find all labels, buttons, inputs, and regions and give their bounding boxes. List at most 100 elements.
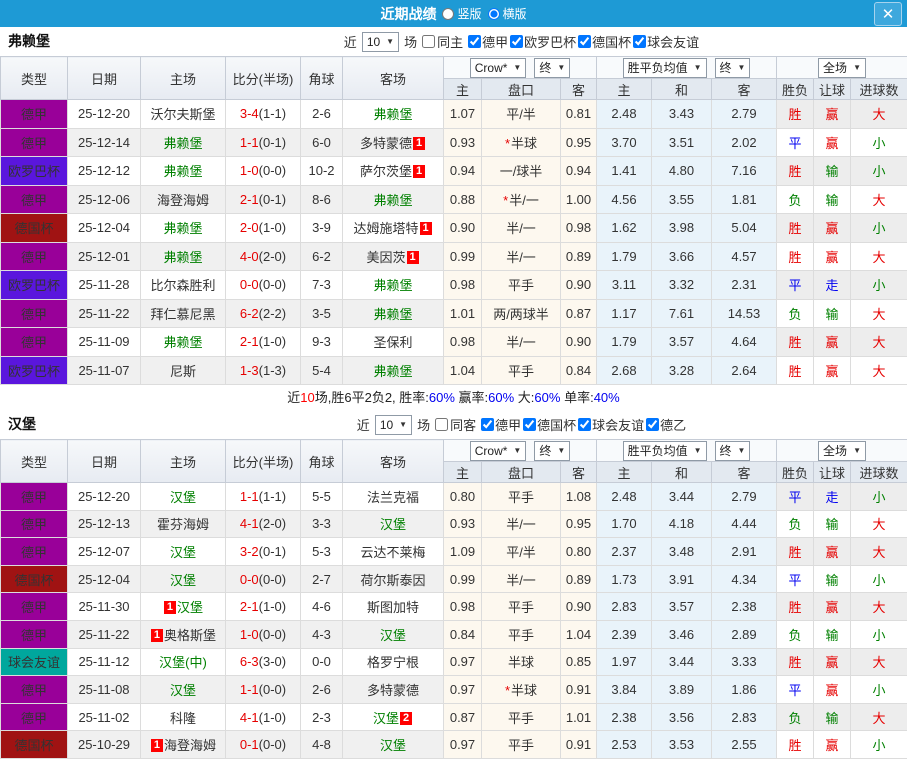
halftime-score: (1-0) <box>259 220 286 235</box>
league-filter-checkbox[interactable]: 德国杯 <box>523 415 576 434</box>
star-marker: * <box>505 136 510 151</box>
handicap-cell: 平手 <box>482 593 561 621</box>
league-filter-checkbox[interactable]: 德甲 <box>481 415 521 434</box>
final-avg-select[interactable]: 终▼ <box>715 441 751 461</box>
odds-provider-select[interactable]: Crow*▼ <box>470 58 527 78</box>
league-filter-input[interactable] <box>578 418 591 431</box>
halftime-score: (0-0) <box>259 163 286 178</box>
avg-home-cell: 2.39 <box>597 620 652 648</box>
odds-provider-select[interactable]: Crow*▼ <box>470 441 527 461</box>
league-filter-checkbox[interactable]: 德甲 <box>468 32 508 51</box>
col-away: 客场 <box>343 440 444 483</box>
col-type: 类型 <box>1 440 68 483</box>
team-section-hamburg: 汉堡 近 10 ▼ 场 同客 德甲德国杯球会友谊德乙 类型 日期 <box>0 410 907 759</box>
fulltime-score: 4-1 <box>240 710 259 725</box>
unit-label: 场 <box>417 415 430 434</box>
layout-radio-vertical[interactable]: 竖版 <box>442 5 481 22</box>
match-count-select[interactable]: 10 ▼ <box>362 32 399 52</box>
avg-draw-cell: 3.48 <box>652 538 712 566</box>
focus-team-name: 弗赖堡 <box>373 193 412 208</box>
handicap-cell: 平手 <box>482 356 561 385</box>
fulltime-score: 6-2 <box>240 306 259 321</box>
league-filter-label: 球会友谊 <box>647 32 699 51</box>
league-filter-input[interactable] <box>481 418 494 431</box>
match-count-select[interactable]: 10 ▼ <box>375 415 412 435</box>
league-filter-checkbox[interactable]: 球会友谊 <box>633 32 699 51</box>
star-marker: * <box>505 683 510 698</box>
away-team-cell: 弗赖堡 <box>343 299 444 328</box>
opponent-team-name: 云达不莱梅 <box>360 545 425 560</box>
away-team-cell: 斯图加特 <box>343 593 444 621</box>
avg-away-cell: 3.33 <box>712 648 777 676</box>
avg-draw-cell: 3.55 <box>652 185 712 214</box>
score-cell: 6-3(3-0) <box>226 648 301 676</box>
date-cell: 25-12-14 <box>68 128 141 157</box>
avg-home-cell: 2.83 <box>597 593 652 621</box>
focus-team-name: 汉堡 <box>170 545 196 560</box>
near-label: 近 <box>357 415 370 434</box>
col-home: 主场 <box>141 57 226 100</box>
league-filter-checkbox[interactable]: 德国杯 <box>578 32 631 51</box>
league-filter-input[interactable] <box>468 35 481 48</box>
final-odds-select[interactable]: 终▼ <box>534 441 570 461</box>
home-odds-cell: 0.93 <box>444 510 482 538</box>
goals-result-cell: 大 <box>851 299 907 328</box>
avg-odds-select[interactable]: 胜平负均值▼ <box>623 58 707 78</box>
result-cell: 胜 <box>777 157 814 186</box>
table-row: 德甲 25-12-01 弗赖堡 4-0(2-0) 6-2 美因茨1 0.99 半… <box>1 242 907 271</box>
subcol-result: 胜负 <box>777 79 814 100</box>
handicap-cell: 半球 <box>482 648 561 676</box>
corners-cell: 5-3 <box>301 538 343 566</box>
goals-result-cell: 大 <box>851 510 907 538</box>
home-odds-cell: 0.99 <box>444 242 482 271</box>
opponent-team-name: 多特蒙德 <box>367 683 419 698</box>
avg-odds-select[interactable]: 胜平负均值▼ <box>623 441 707 461</box>
col-score: 比分(半场) <box>226 57 301 100</box>
score-cell: 4-1(2-0) <box>226 510 301 538</box>
league-filter-input[interactable] <box>510 35 523 48</box>
fulltime-score: 1-1 <box>240 135 259 150</box>
league-filter-checkbox[interactable]: 德乙 <box>646 415 686 434</box>
same-venue-checkbox[interactable]: 同客 <box>435 415 476 434</box>
col-corners: 角球 <box>301 440 343 483</box>
avg-home-cell: 3.84 <box>597 676 652 704</box>
league-badge-cell: 德甲 <box>1 593 68 621</box>
subcol-home-odds: 主 <box>444 462 482 483</box>
focus-team-name: 弗赖堡 <box>163 335 202 350</box>
score-cell: 3-2(0-1) <box>226 538 301 566</box>
chevron-down-icon: ▼ <box>853 63 861 72</box>
same-venue-input[interactable] <box>435 418 448 431</box>
avg-draw-cell: 3.98 <box>652 214 712 243</box>
focus-team-name: 汉堡 <box>170 490 196 505</box>
away-team-cell: 达姆施塔特1 <box>343 214 444 243</box>
layout-radio-horizontal[interactable]: 横版 <box>488 5 527 22</box>
league-filter-checkbox[interactable]: 欧罗巴杯 <box>510 32 576 51</box>
same-venue-checkbox[interactable]: 同主 <box>422 32 463 51</box>
same-venue-input[interactable] <box>422 35 435 48</box>
league-filter-input[interactable] <box>646 418 659 431</box>
avg-draw-cell: 3.32 <box>652 271 712 300</box>
final-avg-select[interactable]: 终▼ <box>715 58 751 78</box>
away-odds-cell: 0.94 <box>561 157 597 186</box>
fulltime-score: 1-0 <box>240 627 259 642</box>
league-filter-input[interactable] <box>633 35 646 48</box>
result-cell: 负 <box>777 185 814 214</box>
vertical-radio[interactable] <box>442 8 454 20</box>
results-table: 类型 日期 主场 比分(半场) 角球 客场 Crow*▼ 终▼ 胜平负均值▼ 终… <box>0 56 907 385</box>
score-cell: 0-0(0-0) <box>226 271 301 300</box>
scope-select[interactable]: 全场▼ <box>818 441 866 461</box>
league-filter-input[interactable] <box>523 418 536 431</box>
horizontal-radio[interactable] <box>488 8 500 20</box>
league-filter-input[interactable] <box>578 35 591 48</box>
team-name: 弗赖堡 <box>8 27 50 56</box>
score-cell: 2-0(1-0) <box>226 214 301 243</box>
avg-home-cell: 2.48 <box>597 100 652 129</box>
chevron-down-icon: ▼ <box>386 37 394 46</box>
close-button[interactable]: ✕ <box>874 2 902 26</box>
scope-select[interactable]: 全场▼ <box>818 58 866 78</box>
final-odds-select[interactable]: 终▼ <box>534 58 570 78</box>
home-team-cell: 尼斯 <box>141 356 226 385</box>
league-filter-checkbox[interactable]: 球会友谊 <box>578 415 644 434</box>
corners-cell: 3-9 <box>301 214 343 243</box>
halftime-score: (1-0) <box>259 599 286 614</box>
